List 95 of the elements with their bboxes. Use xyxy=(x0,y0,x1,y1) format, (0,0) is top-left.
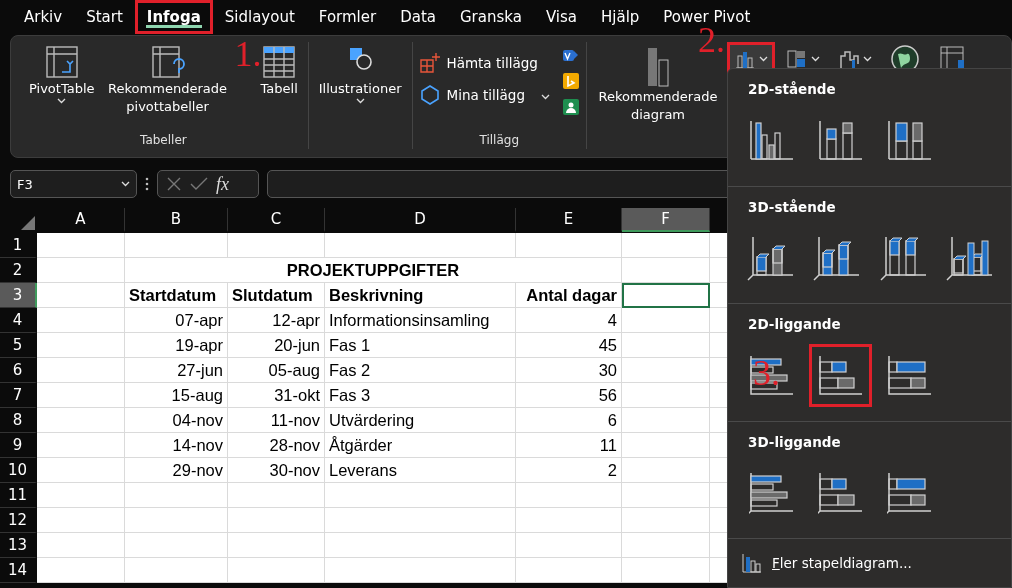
table-cell: Utvärdering xyxy=(325,408,516,433)
table-cell: 45 xyxy=(516,333,622,358)
chart-option[interactable] xyxy=(809,344,872,407)
table-cell: 6 xyxy=(516,408,622,433)
table-cell: Fas 1 xyxy=(325,333,516,358)
menu-tab[interactable]: Formler xyxy=(306,0,389,34)
table-cell: Informationsinsamling xyxy=(325,308,516,333)
caret-icon xyxy=(121,181,130,187)
table-cell: Antal dagar xyxy=(516,283,622,308)
select-all-icon[interactable] xyxy=(21,216,35,230)
menu-tab[interactable]: Hjälp xyxy=(589,0,652,34)
table-cell: 12-apr xyxy=(228,308,325,333)
ribbon-button[interactable]: Mina tillägg xyxy=(418,84,550,106)
table-cell: 20-jun xyxy=(228,333,325,358)
table-cell: 2 xyxy=(516,458,622,483)
table-cell: 29-nov xyxy=(125,458,228,483)
table-cell: 07-apr xyxy=(125,308,228,333)
insert-function-button[interactable]: fx xyxy=(216,173,229,195)
menu-tab[interactable]: Sidlayout xyxy=(212,0,307,34)
table-cell: 4 xyxy=(516,308,622,333)
grid-plus-icon xyxy=(418,52,441,74)
table-cell: 30-nov xyxy=(228,458,325,483)
table-cell: Startdatum xyxy=(125,283,228,308)
more-icon xyxy=(145,177,149,191)
pivot-table-icon xyxy=(43,44,80,80)
section-title: 2D-stående xyxy=(748,81,837,97)
name-box[interactable]: F3 xyxy=(10,170,137,198)
ribbon-button[interactable]: PivotTable xyxy=(25,42,99,106)
table-cell: Fas 2 xyxy=(325,358,516,383)
column-header[interactable]: F xyxy=(622,208,710,232)
group-label: Tabeller xyxy=(140,133,187,149)
bar-chart-icon xyxy=(817,471,864,515)
bar-chart-icon xyxy=(748,471,795,515)
column-chart-icon xyxy=(886,118,933,163)
caret-icon xyxy=(355,97,365,104)
caret-icon xyxy=(541,94,550,100)
active-cell[interactable] xyxy=(622,283,710,308)
column-chart-icon xyxy=(945,235,992,281)
table-cell: 31-okt xyxy=(228,383,325,408)
caret-icon xyxy=(863,56,872,62)
table-cell: 28-nov xyxy=(228,433,325,458)
menu-tab[interactable]: Start xyxy=(74,0,135,34)
table-cell: 11-nov xyxy=(228,408,325,433)
cancel-icon[interactable] xyxy=(166,176,182,192)
table-cell: 30 xyxy=(516,358,622,383)
table-cell: Leverans xyxy=(325,458,516,483)
bing-icon xyxy=(562,72,580,90)
column-chart-icon xyxy=(813,235,860,281)
menu-tab[interactable]: Infoga xyxy=(134,0,213,34)
caret-icon xyxy=(57,97,67,104)
ribbon-button[interactable]: Illustrationer xyxy=(314,42,406,106)
table-cell: 15-aug xyxy=(125,383,228,408)
section-title: 2D-liggande xyxy=(748,316,842,332)
table-cell: 11 xyxy=(516,433,622,458)
caret-icon xyxy=(811,56,820,62)
check-icon[interactable] xyxy=(190,176,208,192)
ribbon-button[interactable]: Hämta tillägg xyxy=(418,52,550,74)
menu-tab[interactable]: Granska xyxy=(448,0,534,34)
menu-tab[interactable]: Visa xyxy=(533,0,589,34)
table-cell: 05-aug xyxy=(228,358,325,383)
column-chart-icon xyxy=(742,553,762,573)
column-chart-icon xyxy=(817,118,864,163)
column-chart-icon xyxy=(747,235,794,281)
treemap-icon xyxy=(786,48,808,70)
table-cell: Slutdatum xyxy=(228,283,325,308)
caret-icon xyxy=(759,56,768,62)
pivot-table-icon xyxy=(149,44,186,80)
group-label: Tillägg xyxy=(479,133,519,149)
table-cell: Fas 3 xyxy=(325,383,516,408)
menu-tab[interactable]: Data xyxy=(388,0,448,34)
people-graph-icon xyxy=(562,98,580,116)
column-chart-icon xyxy=(879,235,926,281)
table-cell: 27-jun xyxy=(125,358,228,383)
annotation-number: 1. xyxy=(234,36,262,72)
more-charts-link[interactable]: Fler stapeldiagram... xyxy=(728,539,1011,587)
table-cell: 19-apr xyxy=(125,333,228,358)
table-cell: 04-nov xyxy=(125,408,228,433)
menu-tab[interactable]: Arkiv xyxy=(12,0,75,34)
row-header[interactable]: 3 xyxy=(0,283,37,308)
column-chart-icon xyxy=(748,118,795,163)
bar-chart-icon xyxy=(817,353,864,398)
bar-chart-icon xyxy=(886,471,933,515)
table-title: PROJEKTUPPGIFTER xyxy=(125,258,622,283)
table-cell: 14-nov xyxy=(125,433,228,458)
waterfall-chart-icon xyxy=(838,48,860,70)
table-cell: 56 xyxy=(516,383,622,408)
ribbon-button[interactable]: Rekommenderade pivottabeller xyxy=(102,42,233,118)
annotation-number: 2. xyxy=(698,22,725,58)
hexagon-icon xyxy=(418,84,441,106)
table-cell: Åtgärder xyxy=(325,433,516,458)
table-cell: Beskrivning xyxy=(325,283,516,308)
table-icon xyxy=(261,44,298,80)
section-title: 3D-stående xyxy=(748,198,837,215)
bar-chart-icon xyxy=(886,353,933,398)
section-title: 3D-liggande xyxy=(748,433,842,450)
